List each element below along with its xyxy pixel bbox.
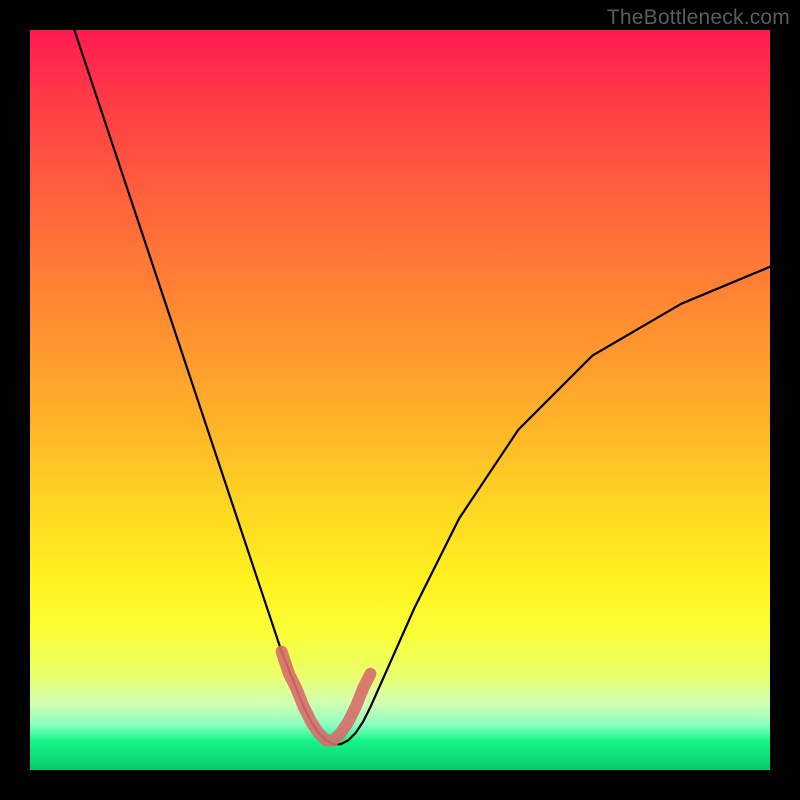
chart-frame: TheBottleneck.com	[0, 0, 800, 800]
bottleneck-curve	[74, 30, 770, 744]
watermark-text: TheBottleneck.com	[607, 6, 790, 30]
curve-svg	[30, 30, 770, 770]
plot-area	[30, 30, 770, 770]
bottom-highlight	[282, 652, 371, 741]
